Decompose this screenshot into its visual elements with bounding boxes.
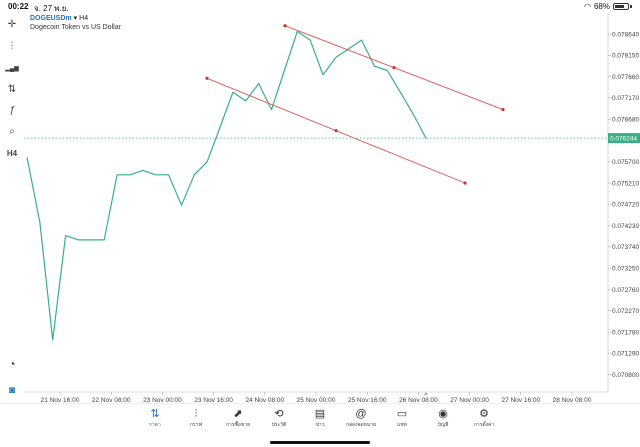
- bars-icon[interactable]: ▂▄▆: [4, 60, 20, 76]
- trendlines: [205, 24, 505, 185]
- symbol-dropdown-icon[interactable]: ▾: [74, 14, 78, 23]
- price-tick-label: 0.076680: [612, 116, 639, 123]
- symbol-name[interactable]: DOGEUSDm: [30, 14, 72, 23]
- price-tick-label: 0.073250: [612, 265, 639, 272]
- symbol-description: Dogecoin Token vs US Dollar: [30, 24, 121, 31]
- current-price-layer: 0.076244: [24, 133, 640, 144]
- nav-chat[interactable]: ▭ แชท: [380, 407, 424, 429]
- nav-accounts[interactable]: ◉ บัญชี: [421, 407, 465, 429]
- history-icon: ⟲: [274, 408, 284, 420]
- current-price-label: 0.076244: [610, 136, 637, 143]
- speed-icon[interactable]: ◔: [4, 356, 20, 372]
- nav-mailbox[interactable]: @ กล่องจดหมาย: [339, 407, 383, 429]
- upper-trendline-mid-handle: [392, 66, 396, 70]
- function-icon[interactable]: ƒ: [4, 102, 20, 118]
- nav-label: กราฟ: [189, 422, 203, 428]
- left-toolbar: ✛ ⫶ ▂▄▆ ⇅ ƒ ⌕ H4 ◔ ◙: [0, 14, 24, 406]
- chart-icon: ⫶: [194, 408, 198, 420]
- price-tick-label: 0.077660: [612, 74, 639, 81]
- accounts-icon: ◉: [438, 408, 448, 420]
- price-tick-label: 0.078150: [612, 53, 639, 60]
- nav-label: การซื้อขาย: [225, 422, 251, 428]
- settings-icon: ⚙: [479, 408, 489, 420]
- price-tick-label: 0.077170: [612, 95, 639, 102]
- objects-icon[interactable]: ⌕: [4, 123, 20, 139]
- nav-label: ข่าว: [315, 422, 325, 428]
- time-axis-marker: [424, 392, 428, 395]
- news-icon: ▤: [314, 408, 326, 420]
- nav-news[interactable]: ▤ ข่าว: [298, 407, 342, 429]
- candles-icon[interactable]: ⫶: [4, 38, 20, 54]
- indicators-icon[interactable]: ⇅: [4, 81, 20, 97]
- price-line: [26, 30, 427, 341]
- price-tick-label: 0.073740: [612, 244, 639, 251]
- price-tick-label: 0.072760: [612, 287, 639, 294]
- price-tick-label: 0.074720: [612, 202, 639, 209]
- nav-label: การตั้งค่า: [473, 422, 495, 428]
- lower-trendline-end-handle: [463, 181, 467, 185]
- price-tick-label: 0.072270: [612, 308, 639, 315]
- symbol-header[interactable]: DOGEUSDm ▾ H4 Dogecoin Token vs US Dolla…: [30, 14, 121, 32]
- mailbox-icon: @: [355, 408, 367, 420]
- price-tick-label: 0.075210: [612, 180, 639, 187]
- chart-series: [26, 30, 427, 341]
- nav-settings[interactable]: ⚙ การตั้งค่า: [462, 407, 506, 429]
- nav-quotes[interactable]: ⇅ ราคา: [133, 407, 177, 429]
- price-tick-label: 0.071780: [612, 329, 639, 336]
- chart-axes: 0.078640 0.078150 0.077660 0.077170 0.076680…: [24, 14, 639, 404]
- price-chart[interactable]: 0.078640 0.078150 0.077660 0.077170 0.076680…: [0, 0, 640, 447]
- home-indicator: [270, 441, 370, 444]
- nav-label: บัญชี: [437, 422, 449, 428]
- price-tick-label: 0.070800: [612, 372, 639, 379]
- nav-history[interactable]: ⟲ ประวัติ: [257, 407, 301, 429]
- quotes-icon: ⇅: [150, 408, 160, 420]
- nav-label: แชท: [397, 422, 407, 428]
- nav-label: ราคา: [149, 422, 161, 428]
- price-tick-label: 0.071290: [612, 351, 639, 358]
- price-tick-label: 0.078640: [612, 31, 639, 38]
- app-logo-icon[interactable]: ◙: [4, 382, 20, 398]
- lower-trendline-start-handle: [205, 76, 209, 80]
- nav-chart[interactable]: ⫶ กราฟ: [174, 407, 218, 429]
- timeframe-label[interactable]: H4: [79, 14, 88, 23]
- chat-icon: ▭: [396, 408, 408, 420]
- upper-trendline-end-handle: [501, 107, 505, 112]
- crosshair-icon[interactable]: ✛: [4, 16, 20, 32]
- lower-trendline-mid-handle: [334, 129, 338, 133]
- nav-trade[interactable]: ⬈ การซื้อขาย: [216, 407, 260, 429]
- trade-icon: ⬈: [233, 408, 243, 420]
- nav-label: กล่องจดหมาย: [345, 422, 377, 428]
- nav-label: ประวัติ: [271, 422, 287, 428]
- price-tick-label: 0.074230: [612, 223, 639, 230]
- period-label[interactable]: H4: [4, 145, 20, 161]
- upper-trendline-start-handle: [283, 24, 287, 28]
- price-tick-label: 0.075700: [612, 159, 639, 166]
